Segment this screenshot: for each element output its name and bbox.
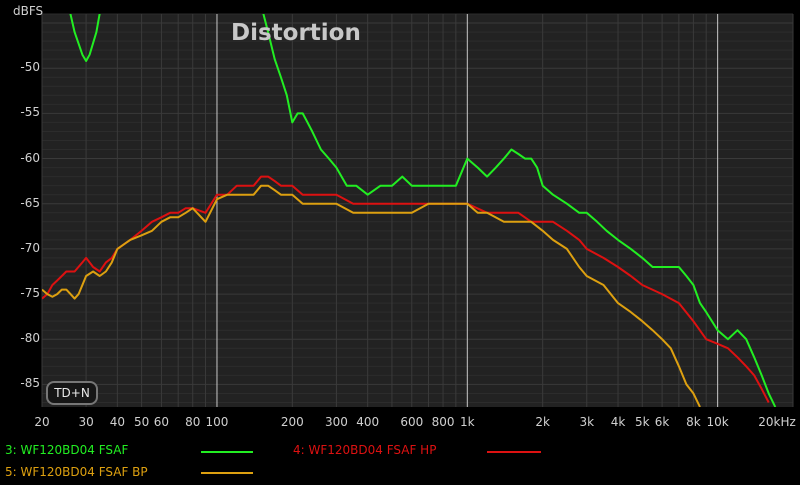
x-tick-label: 40 [109,415,125,429]
x-tick-label: 100 [205,415,229,429]
x-tick-label: 5k [634,415,650,429]
x-tick-label: 1k [460,415,475,429]
y-tick-label: -50 [20,60,40,75]
y-tick-label: -70 [20,240,40,255]
distortion-chart [41,13,794,407]
y-tick-label: -60 [20,150,40,165]
y-tick-label: -65 [20,195,40,210]
x-tick-label: 30 [78,415,94,429]
x-tick-label: 60 [153,415,170,429]
x-tick-label: 4k [610,415,626,429]
x-tick-label: 2k [535,415,550,429]
y-tick-label: -75 [20,286,40,301]
x-tick-label: 8k [686,415,701,429]
x-tick-label: 20kHz [758,415,796,429]
x-tick-label: 400 [356,415,380,429]
x-tick-label: 600 [400,415,424,429]
y-axis-unit: dBFS [13,4,44,18]
x-tick-label: 50 [133,415,150,429]
legend-swatch-series-5 [201,472,253,474]
legend-label-series-4: 4: WF120BD04 FSAF HP [293,443,437,457]
x-tick-label: 80 [185,415,201,429]
legend-label-series-5: 5: WF120BD04 FSAF BP [5,465,148,479]
y-tick-label: -80 [20,331,40,346]
x-tick-label: 3k [579,415,595,429]
tdn-button[interactable]: TD+N [46,381,98,405]
legend-label-series-3: 3: WF120BD04 FSAF [5,443,129,457]
y-tick-label: -55 [20,105,40,120]
legend-swatch-series-4 [487,451,541,453]
x-tick-label: 6k [654,415,670,429]
chart-title: Distortion [231,20,361,46]
x-tick-label: 300 [324,415,348,429]
x-tick-label: 20 [34,415,50,429]
legend-swatch-series-3 [201,451,253,453]
x-tick-label: 200 [280,415,304,429]
y-tick-label: -85 [20,376,40,391]
x-tick-label: 10k [706,415,729,429]
x-tick-label: 800 [431,415,455,429]
